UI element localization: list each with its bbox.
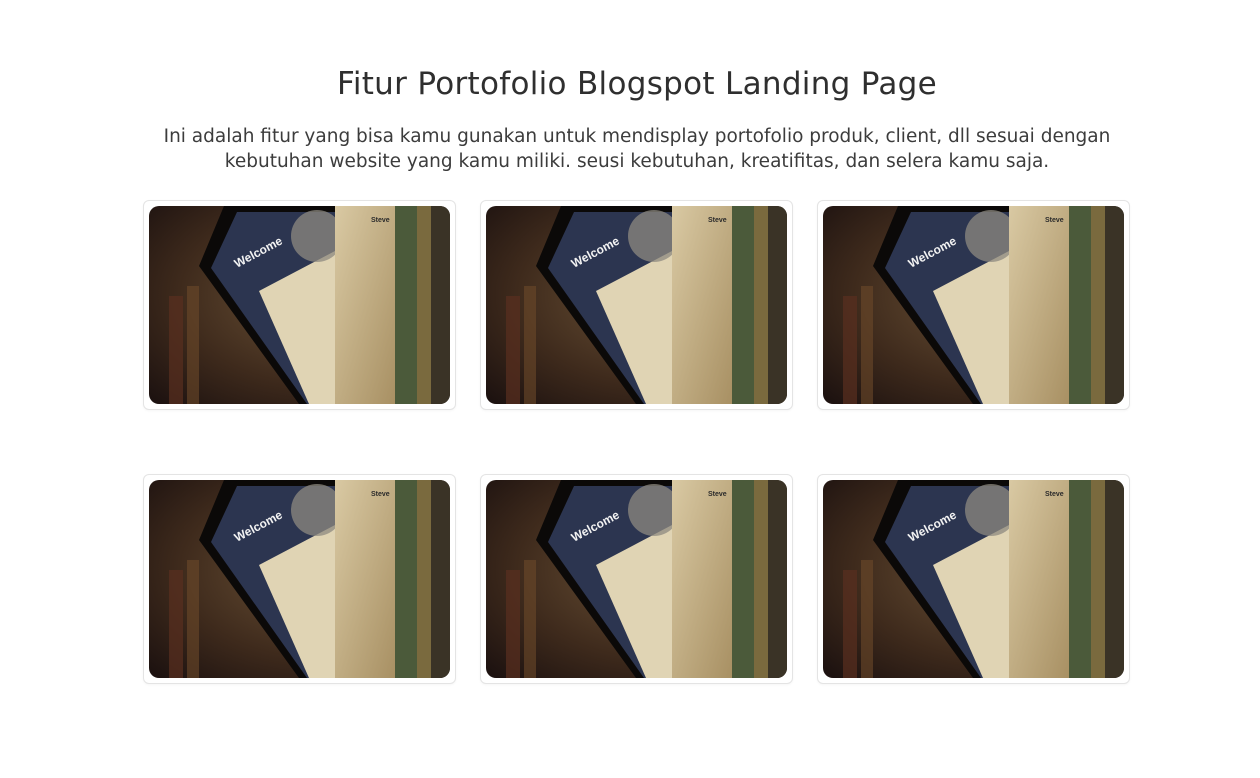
section-title: Fitur Portofolio Blogspot Landing Page — [336, 66, 938, 102]
book-label-text: Steve — [1045, 217, 1064, 224]
book-label-text: Steve — [371, 491, 390, 498]
tablet-photo-image: Welcome Steve — [486, 480, 787, 678]
tablet-photo-image: Welcome Steve — [149, 480, 450, 678]
tablet-photo-image: Welcome Steve — [823, 480, 1124, 678]
book-label-text: Steve — [708, 491, 727, 498]
portfolio-section: Fitur Portofolio Blogspot Landing Page I… — [0, 0, 1260, 778]
portfolio-image[interactable]: Welcome Steve — [486, 480, 787, 678]
tablet-photo-image: Welcome Steve — [486, 206, 787, 404]
book-label-text: Steve — [371, 217, 390, 224]
portfolio-image[interactable]: Welcome Steve — [823, 206, 1124, 404]
portfolio-card[interactable]: Welcome Steve — [480, 474, 793, 684]
section-description: Ini adalah fitur yang bisa kamu gunakan … — [163, 126, 1111, 172]
portfolio-card[interactable]: Welcome Steve — [817, 474, 1130, 684]
book-label-text: Steve — [1045, 491, 1064, 498]
book-label-text: Steve — [708, 217, 727, 224]
portfolio-card[interactable]: Welcome Steve — [480, 200, 793, 410]
portfolio-image[interactable]: Welcome Steve — [486, 206, 787, 404]
tablet-photo-image: Welcome Steve — [149, 206, 450, 404]
portfolio-card[interactable]: Welcome Steve — [817, 200, 1130, 410]
portfolio-card[interactable]: Welcome Steve — [143, 474, 456, 684]
portfolio-image[interactable]: Welcome Steve — [149, 206, 450, 404]
portfolio-image[interactable]: Welcome Steve — [823, 480, 1124, 678]
tablet-photo-image: Welcome Steve — [823, 206, 1124, 404]
portfolio-image[interactable]: Welcome Steve — [149, 480, 450, 678]
portfolio-card[interactable]: Welcome Steve — [143, 200, 456, 410]
